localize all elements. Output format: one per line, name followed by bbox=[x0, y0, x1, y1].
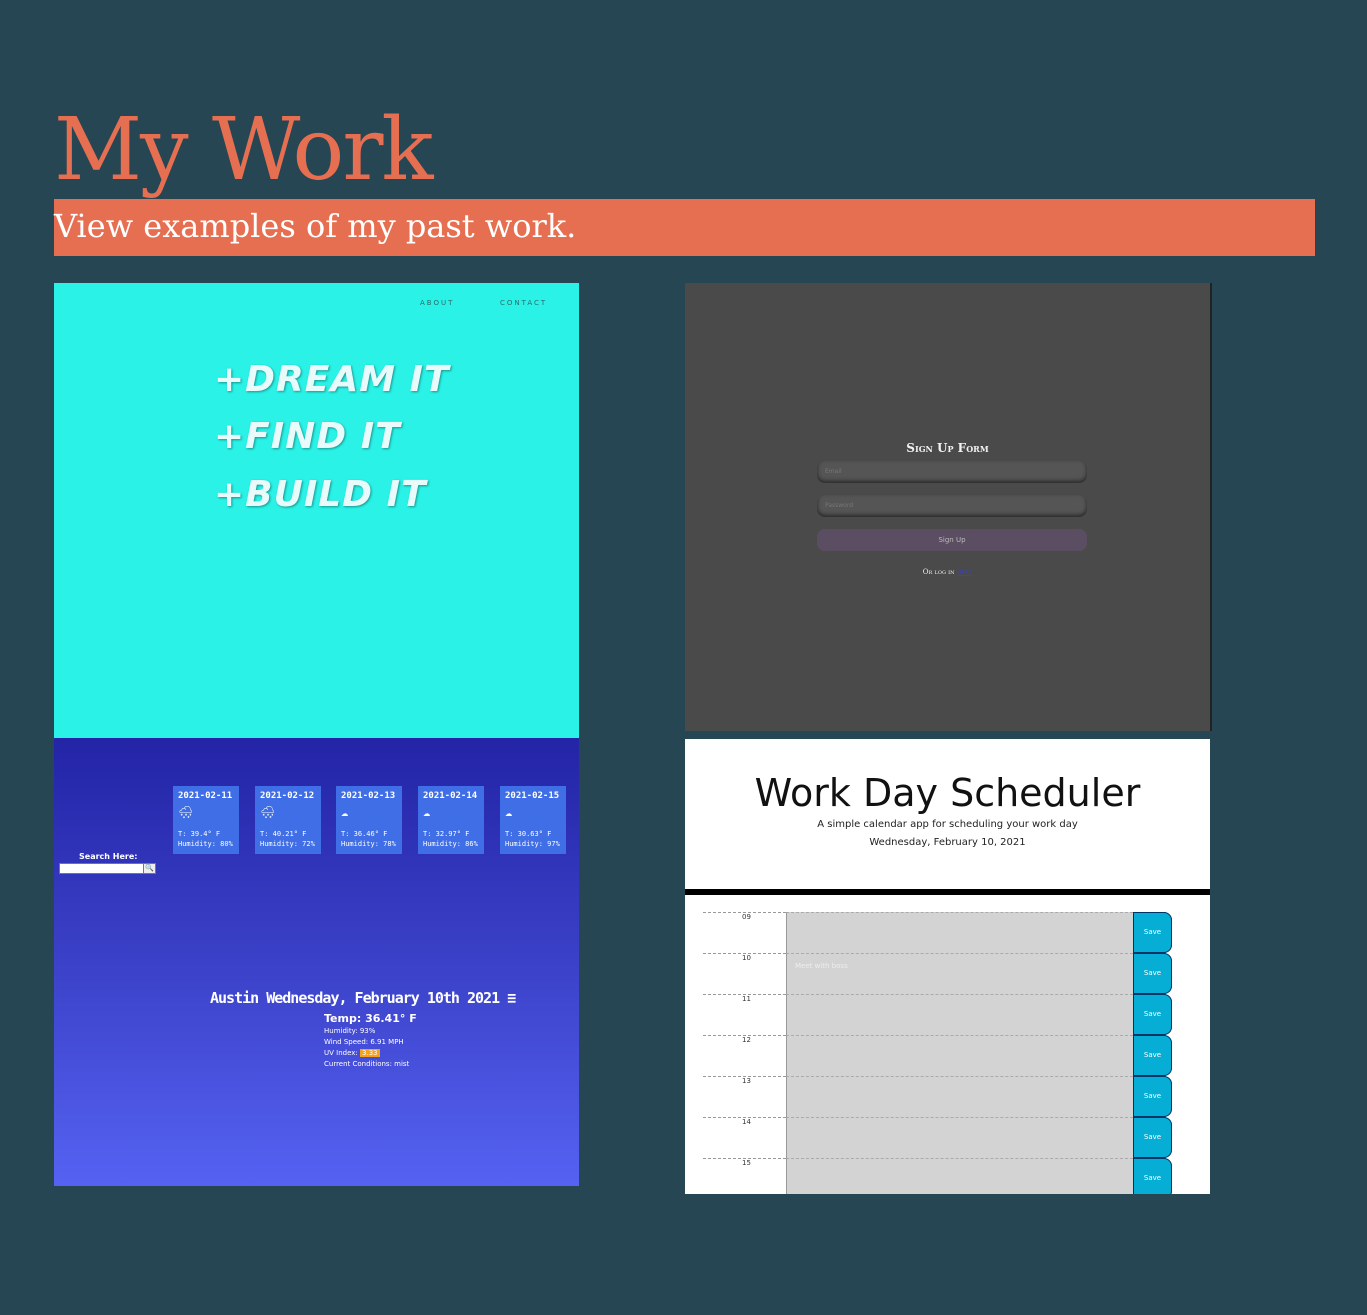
save-button: Save bbox=[1133, 994, 1172, 1035]
header-divider bbox=[685, 889, 1210, 895]
save-button: Save bbox=[1133, 1117, 1172, 1158]
uv-label: UV Index: bbox=[324, 1049, 358, 1057]
scheduler-title: Work Day Scheduler bbox=[754, 771, 1141, 815]
nav-about: ABOUT bbox=[420, 299, 455, 307]
time-block-row: 11 Save bbox=[703, 994, 1173, 1035]
nav-contact: CONTACT bbox=[500, 299, 548, 307]
city-date-text: Austin Wednesday, February 10th 2021 bbox=[210, 989, 500, 1007]
forecast-temp: T: 40.21° F bbox=[260, 830, 307, 838]
save-button: Save bbox=[1133, 912, 1172, 953]
subtitle-banner: View examples of my past work. bbox=[54, 199, 1315, 256]
hour-label: 12 bbox=[703, 1035, 786, 1075]
search-icon: 🔍 bbox=[143, 863, 156, 874]
event-text bbox=[786, 1076, 1133, 1117]
hour-label: 10 bbox=[703, 953, 786, 993]
snow-cloud-icon: 🌨 bbox=[260, 805, 276, 819]
current-humidity: Humidity: 93% bbox=[324, 1027, 376, 1035]
cloud-icon: ☁ bbox=[341, 805, 349, 819]
tagline-build: +BUILD IT bbox=[214, 474, 427, 515]
save-button: Save bbox=[1133, 1158, 1172, 1194]
time-block-row: 15 Save bbox=[703, 1158, 1173, 1194]
search-label: Search Here: bbox=[79, 852, 138, 861]
project-scheduler-screenshot[interactable]: Work Day Scheduler A simple calendar app… bbox=[685, 739, 1210, 1194]
forecast-card: 2021-02-11 🌨 T: 39.4° F Humidity: 80% bbox=[173, 786, 239, 854]
forecast-date: 2021-02-13 bbox=[341, 791, 396, 801]
forecast-temp: T: 30.63° F bbox=[505, 830, 552, 838]
time-block-row: 12 Save bbox=[703, 1035, 1173, 1076]
time-block-row: 14 Save bbox=[703, 1117, 1173, 1158]
tagline-find: +FIND IT bbox=[214, 416, 401, 457]
forecast-temp: T: 36.46° F bbox=[341, 830, 388, 838]
forecast-card: 2021-02-15 ☁ T: 30.63° F Humidity: 97% bbox=[500, 786, 566, 854]
forecast-date: 2021-02-12 bbox=[260, 791, 315, 801]
page-subtitle: View examples of my past work. bbox=[54, 207, 577, 245]
login-prompt-text: Or log in bbox=[922, 568, 955, 576]
login-prompt: Or log in here bbox=[685, 568, 1210, 576]
event-text bbox=[786, 1158, 1133, 1194]
event-text bbox=[786, 1117, 1133, 1158]
project-signup-screenshot[interactable]: Sign Up Form Email Password Sign Up Or l… bbox=[685, 283, 1212, 731]
event-text bbox=[786, 912, 1133, 953]
uv-badge: 3.33 bbox=[360, 1049, 380, 1057]
cloud-icon: ☁ bbox=[505, 805, 513, 819]
snow-cloud-icon: 🌨 bbox=[178, 805, 194, 819]
project-weather-screenshot[interactable]: 2021-02-11 🌨 T: 39.4° F Humidity: 80% 20… bbox=[54, 738, 579, 1186]
password-field: Password bbox=[817, 495, 1087, 517]
current-temp: Temp: 36.41° F bbox=[324, 1012, 417, 1025]
save-button: Save bbox=[1133, 1035, 1172, 1076]
forecast-humidity: Humidity: 86% bbox=[423, 840, 478, 848]
time-block-row: 13 Save bbox=[703, 1076, 1173, 1117]
scheduler-subtitle: A simple calendar app for scheduling you… bbox=[817, 819, 1078, 830]
project-landing-screenshot[interactable]: ABOUT CONTACT +DREAM IT +FIND IT +BUILD … bbox=[54, 283, 579, 738]
hour-label: 14 bbox=[703, 1117, 786, 1157]
forecast-card: 2021-02-12 🌨 T: 40.21° F Humidity: 72% bbox=[255, 786, 321, 854]
event-text bbox=[786, 1035, 1133, 1076]
tagline-dream: +DREAM IT bbox=[214, 359, 450, 400]
event-text: Meet with boss bbox=[786, 953, 1133, 994]
save-button: Save bbox=[1133, 953, 1172, 994]
hour-label: 13 bbox=[703, 1076, 786, 1116]
forecast-card: 2021-02-13 ☁ T: 36.46° F Humidity: 78% bbox=[336, 786, 402, 854]
forecast-date: 2021-02-15 bbox=[505, 791, 560, 801]
time-block-row: 09 Save bbox=[703, 912, 1173, 953]
hour-label: 11 bbox=[703, 994, 786, 1034]
forecast-humidity: Humidity: 72% bbox=[260, 840, 315, 848]
forecast-card: 2021-02-14 ☁ T: 32.97° F Humidity: 86% bbox=[418, 786, 484, 854]
login-link: here bbox=[956, 568, 973, 576]
time-block-row: 10 Meet with boss Save bbox=[703, 953, 1173, 994]
event-text bbox=[786, 994, 1133, 1035]
forecast-date: 2021-02-14 bbox=[423, 791, 478, 801]
mist-icon: ≡ bbox=[507, 989, 516, 1007]
signup-button: Sign Up bbox=[817, 529, 1087, 551]
forecast-date: 2021-02-11 bbox=[178, 791, 233, 801]
email-field: Email bbox=[817, 461, 1087, 483]
forecast-humidity: Humidity: 78% bbox=[341, 840, 396, 848]
search-input bbox=[59, 863, 145, 874]
signup-title: Sign Up Form bbox=[906, 441, 989, 455]
scheduler-date: Wednesday, February 10, 2021 bbox=[869, 837, 1026, 848]
page-title: My Work bbox=[54, 100, 434, 200]
forecast-temp: T: 39.4° F bbox=[178, 830, 221, 838]
current-uv: UV Index: 3.33 bbox=[324, 1049, 380, 1057]
hour-label: 15 bbox=[703, 1158, 786, 1194]
hour-label: 09 bbox=[703, 912, 786, 952]
save-button: Save bbox=[1133, 1076, 1172, 1117]
forecast-humidity: Humidity: 97% bbox=[505, 840, 560, 848]
cloud-icon: ☁ bbox=[423, 805, 431, 819]
current-wind: Wind Speed: 6.91 MPH bbox=[324, 1038, 404, 1046]
current-city-date: Austin Wednesday, February 10th 2021 ≡ bbox=[210, 989, 516, 1007]
forecast-humidity: Humidity: 80% bbox=[178, 840, 233, 848]
current-conditions: Current Conditions: mist bbox=[324, 1060, 410, 1068]
forecast-temp: T: 32.97° F bbox=[423, 830, 470, 838]
